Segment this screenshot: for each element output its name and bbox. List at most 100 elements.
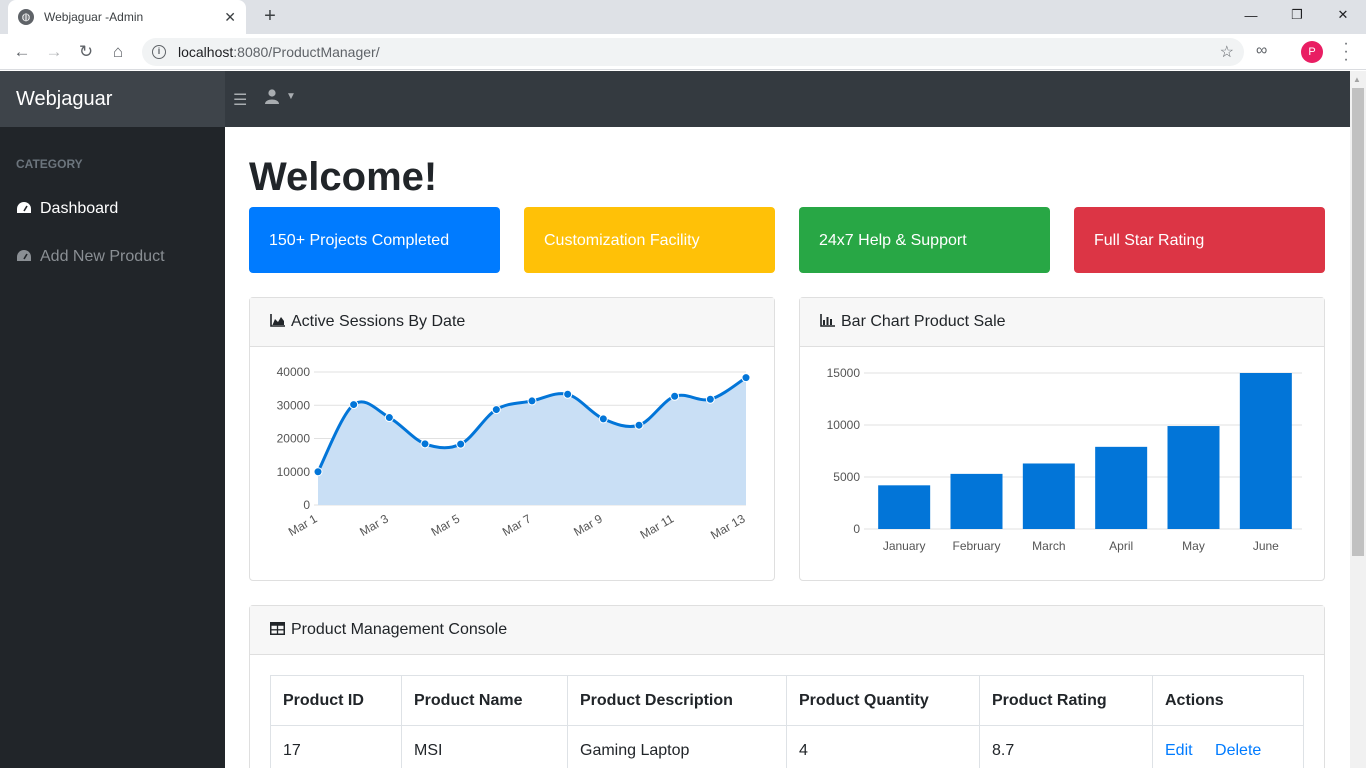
x-tick-label: Mar 1: [286, 511, 320, 539]
user-icon[interactable]: [264, 88, 280, 108]
data-point: [313, 467, 323, 477]
tachometer-icon: [16, 249, 32, 265]
bar-chart: 0 5000 10000 15000 January February March April…: [827, 366, 1302, 553]
data-point: [598, 414, 608, 424]
area-chart: 0 10000 20000 30000 40000 Mar 1 Mar 3 Mar 5 Mar …: [277, 365, 751, 542]
edit-link[interactable]: Edit: [1165, 742, 1193, 759]
data-point: [705, 394, 715, 404]
forward-icon[interactable]: →: [42, 40, 66, 64]
area-chart-icon: [270, 314, 285, 330]
browser-tab[interactable]: ◍ Webjaguar -Admin ✕: [8, 0, 246, 34]
x-tick-label: April: [1109, 539, 1133, 553]
column-header[interactable]: Product Rating: [979, 675, 1153, 726]
sidebar-item-dashboard[interactable]: Dashboard: [16, 200, 118, 218]
restore-icon[interactable]: ❐: [1274, 0, 1320, 30]
app-top-nav: Webjaguar ☰ ▼: [0, 71, 1350, 127]
bar: [1167, 426, 1220, 529]
hamburger-menu-icon[interactable]: ☰: [233, 90, 247, 110]
globe-icon: ◍: [18, 9, 34, 25]
stat-card-support: 24x7 Help & Support: [799, 207, 1050, 273]
url-text: localhost:8080/ProductManager/: [178, 44, 1220, 60]
data-point: [741, 373, 751, 383]
bookmark-star-icon[interactable]: ☆: [1220, 42, 1234, 62]
y-tick-label: 20000: [277, 432, 311, 446]
y-tick-label: 10000: [277, 465, 311, 479]
brand-title[interactable]: Webjaguar: [0, 71, 225, 127]
product-console-panel: Product Management Console Product ID Pr…: [249, 605, 1325, 768]
home-icon[interactable]: ⌂: [106, 40, 130, 64]
y-tick-label: 10000: [827, 418, 861, 432]
y-tick-label: 30000: [277, 398, 311, 412]
cell-product-quantity: 4: [786, 725, 980, 768]
tachometer-icon: [16, 201, 32, 217]
close-tab-icon[interactable]: ✕: [224, 9, 236, 26]
panel-header: Product Management Console: [250, 606, 1324, 655]
bar: [878, 485, 931, 529]
panel-title: Active Sessions By Date: [291, 313, 466, 330]
reload-icon[interactable]: ↻: [74, 40, 98, 64]
cell-product-name: MSI: [401, 725, 568, 768]
close-window-icon[interactable]: ✕: [1320, 0, 1366, 30]
new-tab-button[interactable]: +: [258, 5, 282, 29]
browser-menu-icon[interactable]: · · ·: [1336, 36, 1356, 68]
back-icon[interactable]: ←: [10, 40, 34, 64]
sidebar-item-add-new-product[interactable]: Add New Product: [16, 248, 165, 266]
stat-card-label: 150+ Projects Completed: [269, 232, 450, 249]
x-tick-label: March: [1032, 539, 1065, 553]
delete-link[interactable]: Delete: [1215, 742, 1261, 759]
stat-card-label: 24x7 Help & Support: [819, 232, 967, 249]
url-input[interactable]: i localhost:8080/ProductManager/ ☆: [142, 38, 1244, 66]
y-tick-label: 40000: [277, 365, 311, 379]
data-point: [349, 400, 359, 410]
main-content: Welcome! 150+ Projects Completed Customi…: [225, 127, 1350, 768]
data-point: [563, 389, 573, 399]
y-tick-label: 0: [853, 522, 860, 536]
x-tick-label: June: [1253, 539, 1279, 553]
scrollbar-thumb[interactable]: [1352, 88, 1364, 556]
column-header[interactable]: Product Name: [401, 675, 568, 726]
extension-infinity-icon[interactable]: ∞: [1256, 42, 1267, 60]
data-point: [634, 420, 644, 430]
stat-card-customization: Customization Facility: [524, 207, 775, 273]
x-tick-label: Mar 13: [708, 511, 748, 542]
x-tick-label: Mar 5: [429, 511, 463, 539]
cell-product-description: Gaming Laptop: [567, 725, 787, 768]
minimize-icon[interactable]: —: [1228, 0, 1274, 30]
column-header[interactable]: Product ID: [270, 675, 402, 726]
panel-title: Product Management Console: [291, 621, 508, 638]
data-point: [527, 396, 537, 406]
data-point: [670, 391, 680, 401]
product-table: Product ID Product Name Product Descript…: [270, 675, 1304, 768]
page-title: Welcome!: [249, 155, 438, 199]
data-point: [384, 413, 394, 423]
stat-card-label: Full Star Rating: [1094, 232, 1205, 249]
chevron-down-icon[interactable]: ▼: [286, 91, 296, 102]
tab-title: Webjaguar -Admin: [44, 10, 144, 24]
profile-avatar[interactable]: P: [1301, 41, 1323, 63]
x-tick-label: Mar 11: [638, 511, 677, 542]
table-row: 17 MSI Gaming Laptop 4 8.7 Edit Delete: [270, 725, 1304, 768]
panel-header: Active Sessions By Date: [250, 298, 774, 347]
panel-header: Bar Chart Product Sale: [800, 298, 1324, 347]
stat-card-rating: Full Star Rating: [1074, 207, 1325, 273]
column-header[interactable]: Product Quantity: [786, 675, 980, 726]
stat-card-label: Customization Facility: [544, 232, 700, 249]
area-chart-panel: Active Sessions By Date 0 10000 20000 30000…: [249, 297, 775, 581]
y-tick-label: 15000: [827, 366, 861, 380]
scroll-up-arrow-icon[interactable]: ▲: [1353, 75, 1361, 84]
url-path: :8080/ProductManager/: [233, 44, 380, 60]
table-header-row: Product ID Product Name Product Descript…: [270, 675, 1304, 726]
data-point: [420, 439, 430, 449]
x-tick-label: January: [883, 539, 926, 553]
column-header[interactable]: Product Description: [567, 675, 787, 726]
url-host: localhost: [178, 44, 234, 60]
x-tick-label: Mar 3: [357, 511, 391, 539]
address-bar: ← → ↻ ⌂ i localhost:8080/ProductManager/…: [0, 34, 1366, 70]
sidebar: CATEGORY Dashboard Add New Product: [0, 127, 225, 768]
x-tick-label: Mar 9: [571, 511, 605, 539]
sidebar-heading: CATEGORY: [16, 157, 83, 171]
info-icon[interactable]: i: [152, 45, 166, 59]
bar: [1239, 373, 1292, 529]
y-tick-label: 0: [303, 498, 310, 512]
x-tick-label: February: [952, 539, 1000, 553]
